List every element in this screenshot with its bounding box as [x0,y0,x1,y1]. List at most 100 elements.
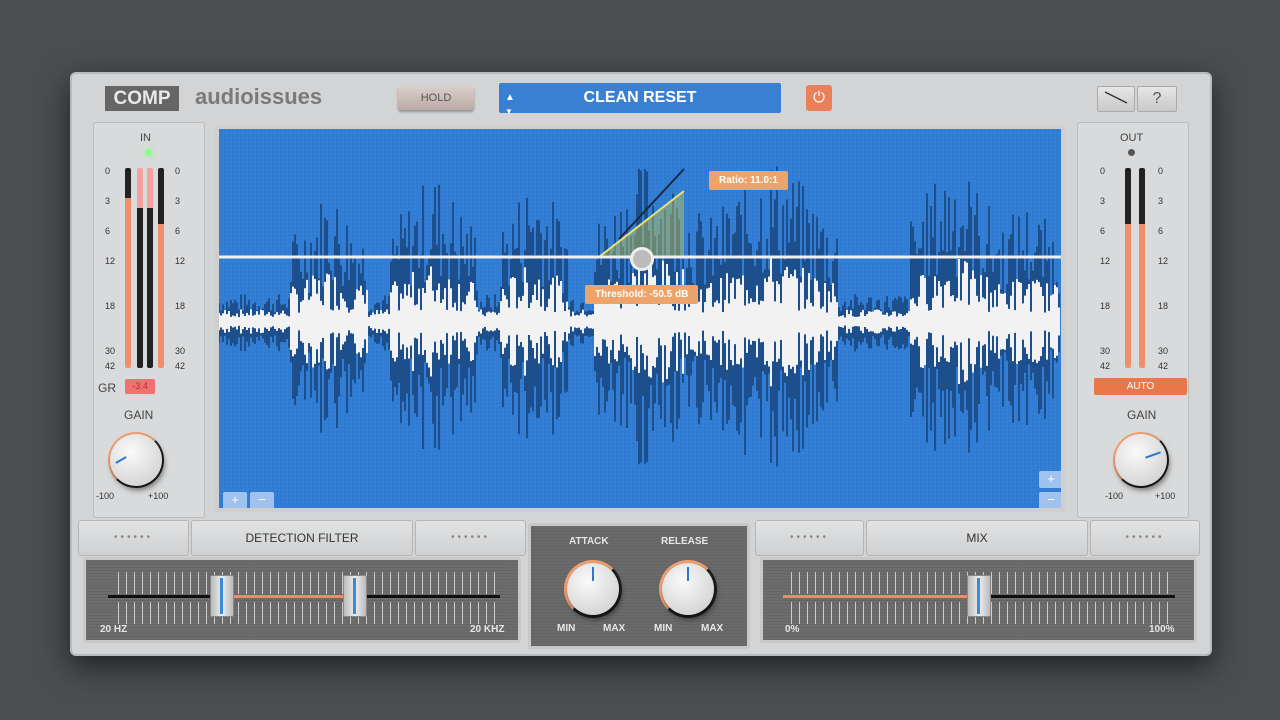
scale-tick: 0 [105,166,111,176]
output-gain-max: +100 [1155,491,1176,501]
scale-tick: 30 [1158,346,1169,356]
attack-label: ATTACK [569,536,609,547]
attack-min: MIN [557,623,576,634]
zoom-in-left[interactable]: + [223,492,247,508]
scale-tick: 12 [175,256,186,266]
knob-indicator [115,456,127,464]
release-label: RELEASE [661,536,709,547]
scale-tick: 18 [1158,301,1169,311]
detection-slider-box: 20 HZ 20 KHZ [83,557,521,643]
output-meter-left [1125,168,1131,368]
release-knob[interactable] [662,563,714,615]
preset-down-icon[interactable]: ▼ [505,97,513,127]
detection-tab-left[interactable]: •••••• [78,520,189,556]
scale-tick: 12 [105,256,116,266]
input-meter-left [125,168,131,368]
mix-title[interactable]: MIX [866,520,1088,556]
release-min: MIN [654,623,673,634]
scale-tick: 42 [105,361,116,371]
scale-tick: 3 [105,196,111,206]
scale-tick: 6 [1158,226,1164,236]
input-label: IN [140,132,151,144]
scale-tick: 12 [1158,256,1169,266]
mix-tab-right[interactable]: •••••• [1090,520,1200,556]
mix-handle[interactable] [967,575,991,617]
mix-tab-left[interactable]: •••••• [755,520,864,556]
output-meter-right [1139,168,1145,368]
output-gain-label: GAIN [1127,408,1157,422]
waveform [219,129,1061,508]
mix-min-label: 0% [785,624,800,635]
threshold-handle[interactable] [630,247,654,271]
scale-tick: 0 [1158,166,1164,176]
input-gain-min: -100 [96,491,115,501]
input-led [145,149,152,156]
detection-tab-right[interactable]: •••••• [415,520,526,556]
detection-low-handle[interactable] [210,575,234,617]
detection-max-label: 20 KHZ [470,624,505,635]
scale-tick: 18 [175,301,186,311]
brand-name: audioissues [195,84,323,109]
preset-name: CLEAN RESET [583,89,697,106]
input-gain-label: GAIN [124,408,154,422]
mix-fill [783,595,979,598]
detection-min-label: 20 HZ [100,624,128,635]
scale-tick: 6 [1100,226,1106,236]
mix-max-label: 100% [1149,624,1175,635]
input-gain-max: +100 [148,491,169,501]
scale-tick: 18 [1100,301,1111,311]
scale-tick: 18 [105,301,116,311]
input-gain-knob[interactable] [110,434,162,486]
attack-knob[interactable] [567,563,619,615]
output-gain-min: -100 [1105,491,1124,501]
scale-tick: 3 [1100,196,1106,206]
knob-indicator [592,567,594,581]
auto-gain-button[interactable]: AUTO [1094,378,1187,395]
knob-indicator [1145,451,1161,459]
dynamics-section: ATTACK RELEASE MIN MAX MIN MAX [528,523,750,649]
detection-high-handle[interactable] [343,575,367,617]
mix-slider-box: 0% 100% [760,557,1197,643]
threshold-tag: Threshold: -50.5 dB [585,285,699,304]
scale-tick: 30 [175,346,186,356]
ticks [118,602,498,624]
help-button[interactable]: ? [1137,86,1177,112]
scale-tick: 30 [1100,346,1111,356]
scale-tick: 42 [1158,361,1169,371]
output-gain-knob[interactable] [1115,434,1167,486]
hold-button[interactable]: HOLD [398,86,474,110]
release-max: MAX [701,623,724,634]
scale-tick: 42 [1100,361,1111,371]
zoom-out-left[interactable]: − [250,492,274,508]
attack-max: MAX [603,623,626,634]
zoom-out-right[interactable]: − [1039,492,1061,508]
curve-icon [1104,91,1128,104]
gr-value: -3.4 [125,379,155,394]
ratio-tag: Ratio: 11.0:1 [709,171,788,190]
waveform-display[interactable]: Ratio: 11.0:1 Threshold: -50.5 dB + − + … [215,125,1065,512]
preset-selector[interactable]: ▲ ▼ CLEAN RESET [499,83,781,116]
scale-tick: 3 [1158,196,1164,206]
detection-filter-title[interactable]: DETECTION FILTER [191,520,413,556]
input-meter-right [158,168,164,368]
input-meter-gr-2 [147,168,153,368]
input-meter-gr-1 [137,168,143,368]
scale-tick: 0 [1100,166,1106,176]
power-button[interactable]: ⏻ [806,85,832,111]
scale-tick: 6 [175,226,181,236]
gr-label: GR [98,381,116,395]
power-icon: ⏻ [813,89,825,106]
scale-tick: 42 [175,361,186,371]
curve-button[interactable] [1097,86,1135,112]
scale-tick: 0 [175,166,181,176]
scale-tick: 30 [105,346,116,356]
knob-indicator [687,567,689,581]
zoom-in-right[interactable]: + [1039,471,1061,488]
output-led [1128,149,1135,156]
ticks [118,572,498,594]
output-label: OUT [1120,132,1144,144]
scale-tick: 3 [175,196,181,206]
comp-logo: COMP [105,86,179,111]
scale-tick: 6 [105,226,111,236]
scale-tick: 12 [1100,256,1111,266]
